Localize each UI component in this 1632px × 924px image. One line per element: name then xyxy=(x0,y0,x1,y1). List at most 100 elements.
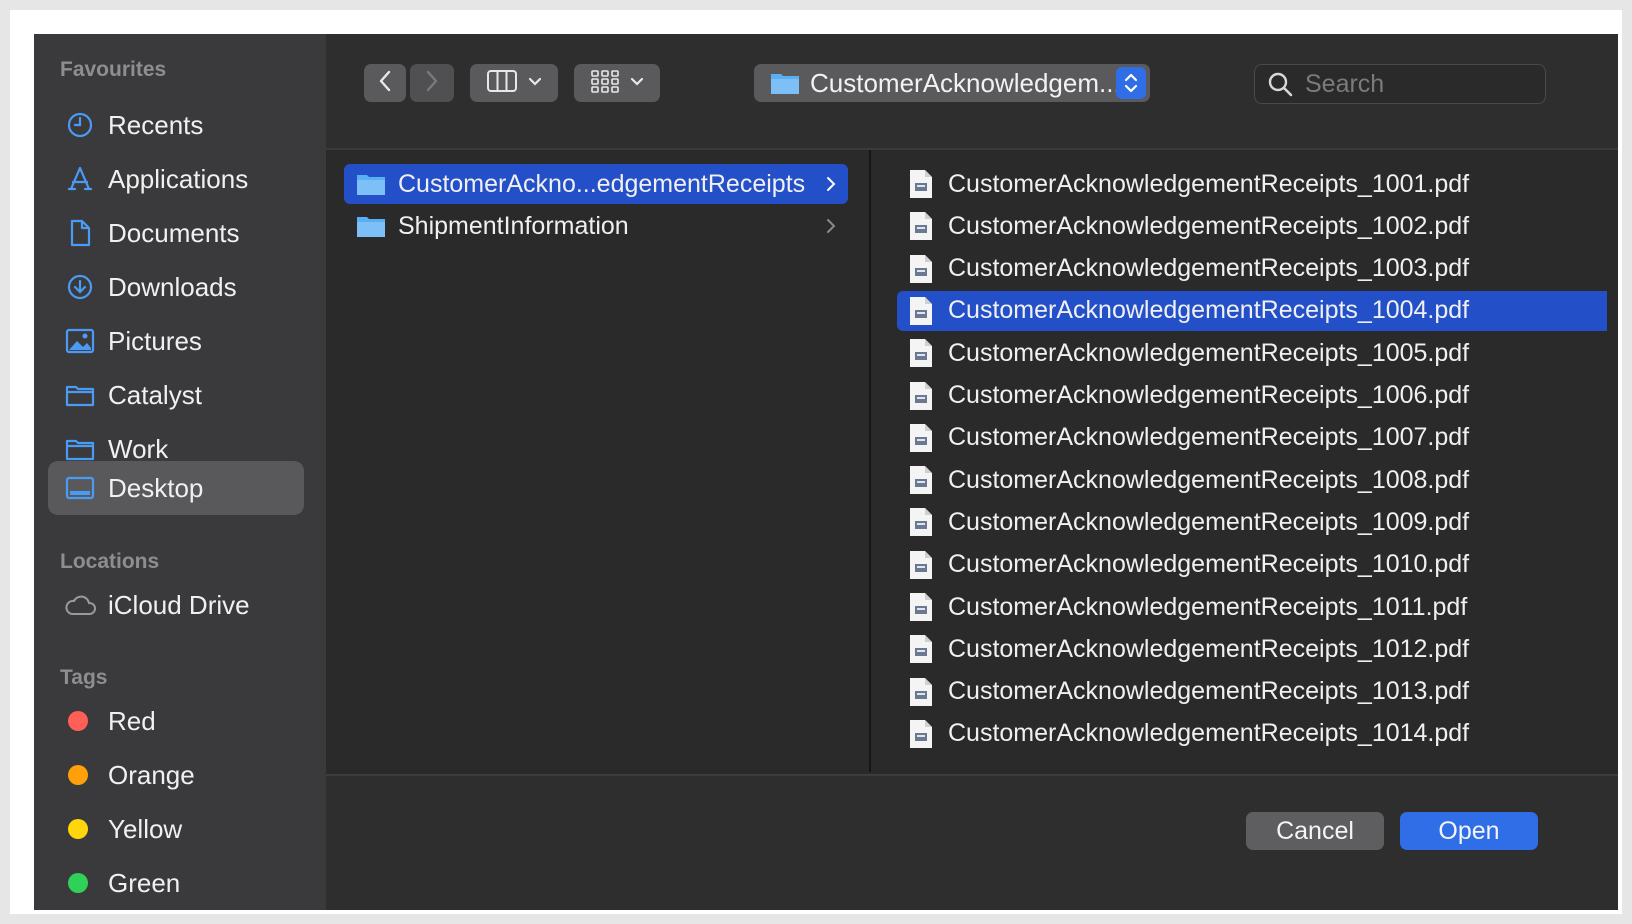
pdf-file-icon xyxy=(909,677,933,707)
columns-view-icon xyxy=(486,69,518,98)
applications-icon xyxy=(62,164,98,194)
file-name: CustomerAcknowledgementReceipts_1012.pdf xyxy=(948,634,1470,663)
file-name: CustomerAcknowledgementReceipts_1010.pdf xyxy=(948,550,1470,579)
sidebar-item-label: Green xyxy=(108,867,181,898)
chevron-right-icon xyxy=(826,206,836,246)
chevron-right-icon xyxy=(826,164,836,204)
file-name: CustomerAcknowledgementReceipts_1004.pdf xyxy=(948,296,1470,325)
file-name: CustomerAcknowledgementReceipts_1008.pdf xyxy=(948,465,1470,494)
chevron-left-icon xyxy=(377,69,393,98)
sidebar-tag-yellow[interactable]: Yellow xyxy=(48,802,304,856)
cancel-button[interactable]: Cancel xyxy=(1246,812,1384,850)
folder-name: ShipmentInformation xyxy=(398,211,629,240)
back-button[interactable] xyxy=(364,64,406,102)
sidebar-item-label: Desktop xyxy=(108,472,204,503)
forward-button[interactable] xyxy=(410,64,454,102)
sidebar-item-label: iCloud Drive xyxy=(108,589,250,620)
file-name: CustomerAcknowledgementReceipts_1014.pdf xyxy=(948,719,1470,748)
sidebar-item-recents[interactable]: Recents xyxy=(48,98,304,152)
desktop-icon xyxy=(62,473,98,503)
download-icon xyxy=(62,272,98,302)
file-row[interactable]: CustomerAcknowledgementReceipts_1009.pdf xyxy=(897,502,1607,542)
sidebar-tag-green[interactable]: Green xyxy=(48,856,304,910)
sidebar-item-icloud-drive[interactable]: iCloud Drive xyxy=(48,578,304,632)
file-name: CustomerAcknowledgementReceipts_1003.pdf xyxy=(948,254,1470,283)
folder-icon xyxy=(356,214,386,238)
file-row[interactable]: CustomerAcknowledgementReceipts_1003.pdf xyxy=(897,249,1607,289)
file-name: CustomerAcknowledgementReceipts_1013.pdf xyxy=(948,677,1470,706)
file-name: CustomerAcknowledgementReceipts_1009.pdf xyxy=(948,507,1470,536)
file-name: CustomerAcknowledgementReceipts_1006.pdf xyxy=(948,381,1470,409)
sidebar-item-desktop[interactable]: Desktop xyxy=(48,461,304,515)
yellow-tag-dot xyxy=(68,819,88,839)
grid-icon xyxy=(590,68,620,99)
sidebar-item-documents[interactable]: Documents xyxy=(48,206,304,260)
open-button[interactable]: Open xyxy=(1400,812,1538,850)
cloud-icon xyxy=(62,590,98,620)
file-row[interactable]: CustomerAcknowledgementReceipts_1013.pdf xyxy=(897,672,1607,712)
sidebar-tag-orange[interactable]: Orange xyxy=(48,748,304,802)
favourites-title: Favourites xyxy=(60,58,167,81)
sidebar-item-pictures[interactable]: Pictures xyxy=(48,314,304,368)
file-row[interactable]: CustomerAcknowledgementReceipts_1004.pdf xyxy=(897,290,1607,331)
column-item-shipment-information[interactable]: ShipmentInformation xyxy=(344,206,848,246)
sidebar-item-label: Downloads xyxy=(108,271,237,302)
file-row[interactable]: CustomerAcknowledgementReceipts_1008.pdf xyxy=(897,460,1607,500)
tags-title: Tags xyxy=(60,666,108,689)
pdf-file-icon xyxy=(909,592,933,622)
chevron-down-icon xyxy=(630,74,644,92)
sidebar-item-label: Recents xyxy=(108,109,204,140)
sidebar-item-label: Applications xyxy=(108,163,249,194)
locations-title: Locations xyxy=(60,550,160,573)
pdf-file-icon xyxy=(909,211,933,241)
sidebar-item-label: Catalyst xyxy=(108,379,202,410)
file-column: CustomerAcknowledgementReceipts_1001.pdf… xyxy=(871,150,1618,772)
pdf-file-icon xyxy=(909,338,933,368)
view-mode-button[interactable] xyxy=(470,64,558,102)
search-field[interactable]: Search xyxy=(1254,64,1546,104)
file-row[interactable]: CustomerAcknowledgementReceipts_1010.pdf xyxy=(897,545,1607,585)
chevron-right-icon xyxy=(424,69,440,98)
file-row[interactable]: CustomerAcknowledgementReceipts_1012.pdf xyxy=(897,629,1607,669)
sidebar-item-label: Work xyxy=(108,433,169,464)
pdf-file-icon xyxy=(909,169,933,199)
pdf-file-icon xyxy=(909,719,933,749)
green-tag-dot xyxy=(68,873,88,893)
chevron-down-icon xyxy=(528,74,542,92)
location-label: CustomerAcknowledgem... xyxy=(810,67,1121,98)
folder-icon xyxy=(770,71,800,95)
file-name: CustomerAcknowledgementReceipts_1011.pdf xyxy=(948,592,1468,621)
folder-column: CustomerAckno...edgementReceipts Shipmen… xyxy=(326,150,871,772)
file-row[interactable]: CustomerAcknowledgementReceipts_1011.pdf xyxy=(897,587,1607,627)
file-name: CustomerAcknowledgementReceipts_1002.pdf xyxy=(948,211,1470,240)
open-dialog: Favourites Recents Applications Document… xyxy=(34,34,1618,910)
sidebar-item-label: Orange xyxy=(108,759,195,790)
file-row[interactable]: CustomerAcknowledgementReceipts_1005.pdf xyxy=(897,333,1607,373)
pdf-file-icon xyxy=(909,381,933,411)
sidebar-item-label: Yellow xyxy=(108,813,183,844)
dialog-footer: Cancel Open xyxy=(326,774,1618,910)
search-icon xyxy=(1267,71,1293,97)
sidebar-item-applications[interactable]: Applications xyxy=(48,152,304,206)
screenshot-frame: Favourites Recents Applications Document… xyxy=(10,10,1622,914)
content-area: CustomerAcknowledgem... Search CustomerA… xyxy=(326,34,1618,910)
pdf-file-icon xyxy=(909,296,933,326)
pictures-icon xyxy=(62,326,98,356)
sidebar-item-catalyst[interactable]: Catalyst xyxy=(48,368,304,422)
file-row[interactable]: CustomerAcknowledgementReceipts_1014.pdf xyxy=(897,714,1607,754)
pdf-file-icon xyxy=(909,423,933,453)
column-item-customer-acknowledgement-receipts[interactable]: CustomerAckno...edgementReceipts xyxy=(344,164,848,204)
document-icon xyxy=(62,218,98,248)
file-row[interactable]: CustomerAcknowledgementReceipts_1002.pdf xyxy=(897,206,1607,246)
file-name: CustomerAcknowledgementReceipts_1005.pdf xyxy=(948,338,1470,367)
file-row[interactable]: CustomerAcknowledgementReceipts_1006.pdf xyxy=(897,376,1607,416)
file-row[interactable]: CustomerAcknowledgementReceipts_1007.pdf xyxy=(897,418,1607,458)
group-by-button[interactable] xyxy=(574,64,660,102)
sidebar-tag-red[interactable]: Red xyxy=(48,694,304,748)
folder-icon xyxy=(62,380,98,410)
folder-icon xyxy=(62,434,98,464)
sidebar-item-label: Documents xyxy=(108,217,240,248)
sidebar-item-downloads[interactable]: Downloads xyxy=(48,260,304,314)
location-popup[interactable]: CustomerAcknowledgem... xyxy=(754,64,1150,102)
file-row[interactable]: CustomerAcknowledgementReceipts_1001.pdf xyxy=(897,164,1607,204)
